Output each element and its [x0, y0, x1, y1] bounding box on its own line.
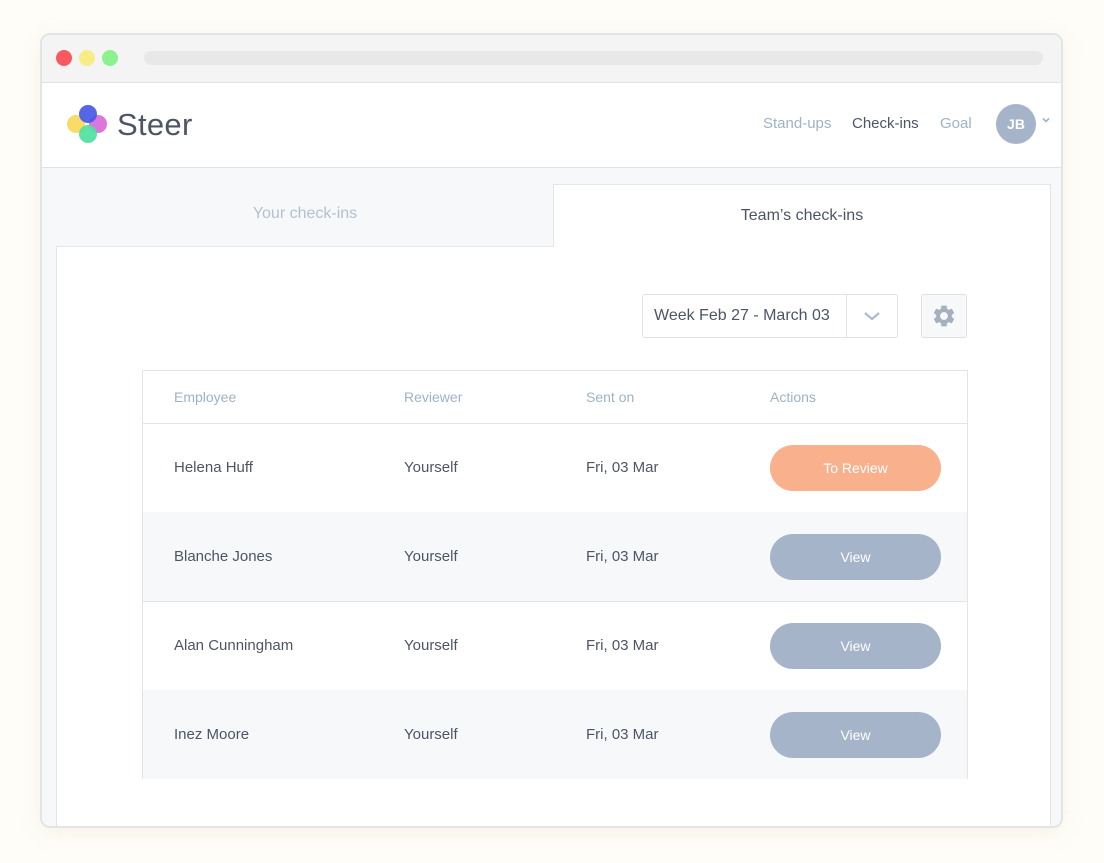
gear-icon	[933, 305, 955, 327]
close-window-icon[interactable]	[56, 50, 72, 66]
view-button[interactable]: View	[770, 534, 941, 580]
reviewer-name: Yourself	[404, 726, 458, 743]
nav-checkins[interactable]: Check-ins	[852, 115, 919, 132]
main-content: Your check-ins Team’s check-ins Week Feb…	[42, 168, 1061, 826]
address-bar[interactable]	[144, 51, 1043, 65]
column-header-employee: Employee	[174, 389, 237, 405]
employee-name: Inez Moore	[174, 726, 250, 743]
employee-name: Blanche Jones	[174, 548, 273, 565]
browser-window: Steer Stand-ups Check-ins Goal JB Your c…	[40, 33, 1063, 828]
tab-team-checkins[interactable]: Team’s check-ins	[553, 184, 1051, 246]
column-header-actions: Actions	[770, 389, 816, 405]
sent-on-date: Fri, 03 Mar	[586, 548, 659, 565]
view-button[interactable]: View	[770, 623, 941, 669]
reviewer-name: Yourself	[404, 459, 458, 476]
table-row: Blanche Jones Yourself Fri, 03 Mar View	[143, 512, 967, 602]
browser-titlebar	[42, 35, 1061, 83]
column-header-sent-on: Sent on	[586, 389, 635, 405]
table-row: Helena Huff Yourself Fri, 03 Mar To Revi…	[143, 423, 967, 513]
chevron-down-icon[interactable]	[1040, 114, 1052, 126]
chevron-down-icon	[864, 312, 880, 321]
to-review-button[interactable]: To Review	[770, 445, 941, 491]
app-header: Steer Stand-ups Check-ins Goal JB	[42, 83, 1061, 168]
week-selector[interactable]: Week Feb 27 - March 03	[642, 294, 898, 338]
reviewer-name: Yourself	[404, 548, 458, 565]
user-avatar[interactable]: JB	[996, 104, 1036, 144]
maximize-window-icon[interactable]	[102, 50, 118, 66]
table-row: Inez Moore Yourself Fri, 03 Mar View	[143, 690, 967, 779]
reviewer-name: Yourself	[404, 637, 458, 654]
steer-logo-icon	[67, 105, 109, 147]
table-header: Employee Reviewer Sent on Actions	[143, 371, 967, 424]
week-dropdown-toggle[interactable]	[846, 295, 897, 337]
sent-on-date: Fri, 03 Mar	[586, 637, 659, 654]
nav-goal[interactable]: Goal	[940, 115, 972, 132]
sent-on-date: Fri, 03 Mar	[586, 459, 659, 476]
sent-on-date: Fri, 03 Mar	[586, 726, 659, 743]
tab-your-checkins[interactable]: Your check-ins	[56, 182, 554, 247]
view-button[interactable]: View	[770, 712, 941, 758]
nav-standups[interactable]: Stand-ups	[763, 115, 831, 132]
settings-button[interactable]	[921, 294, 967, 338]
brand-name: Steer	[117, 107, 193, 142]
checkins-table: Employee Reviewer Sent on Actions Helena…	[142, 370, 968, 779]
week-selector-label: Week Feb 27 - March 03	[654, 307, 830, 324]
column-header-reviewer: Reviewer	[404, 389, 463, 405]
employee-name: Alan Cunningham	[174, 637, 294, 654]
minimize-window-icon[interactable]	[79, 50, 95, 66]
employee-name: Helena Huff	[174, 459, 253, 476]
table-row: Alan Cunningham Yourself Fri, 03 Mar Vie…	[143, 601, 967, 691]
